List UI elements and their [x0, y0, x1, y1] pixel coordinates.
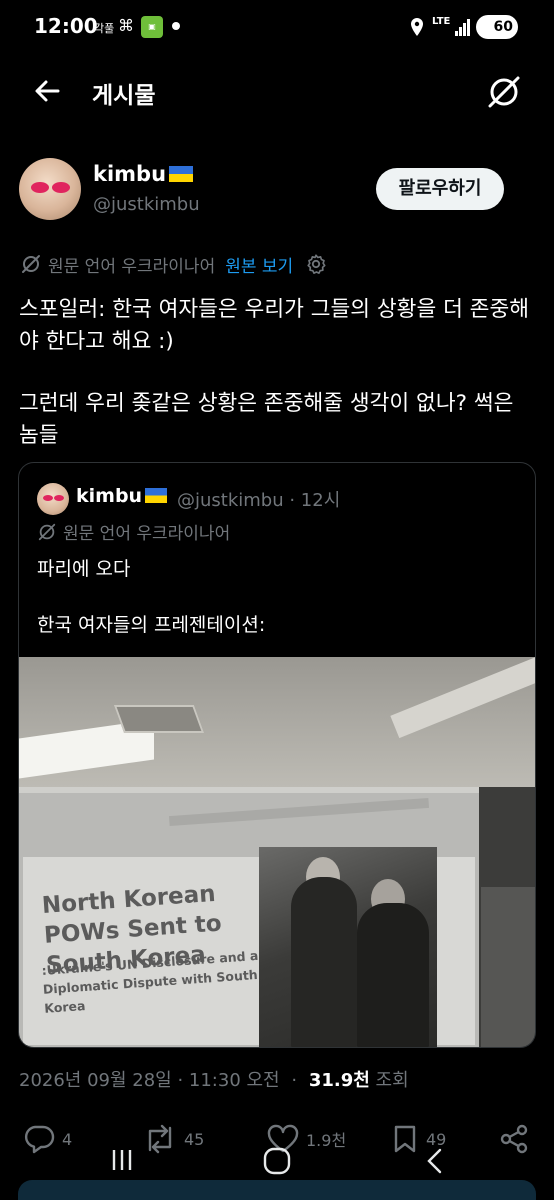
meta-separator: ·	[291, 1070, 298, 1091]
home-icon[interactable]	[262, 1146, 292, 1176]
tweet-meta: 2026년 09월 28일 · 11:30 오전 · 31.9천 조회	[19, 1066, 409, 1092]
view-original-link[interactable]: 원본 보기	[225, 252, 293, 277]
quoted-paragraph: 한국 여자들의 프레젠테이션:	[37, 614, 266, 636]
avatar-detail	[43, 495, 53, 501]
quoted-tweet[interactable]: kimbu @justkimbu · 12시 원문 언어 우크라이나어 파리에 …	[18, 462, 536, 1048]
reply-composer-bar[interactable]	[18, 1180, 536, 1200]
status-time: 12:00	[34, 14, 98, 38]
top-app-bar: 게시물	[0, 60, 554, 122]
status-bar: 12:00 각풀 ⌘ ▣ LTE 60	[0, 0, 554, 54]
tweet-paragraph: 그런데 우리 좆같은 상황은 존중해줄 생각이 없나? 썩은 놈들	[19, 391, 514, 448]
system-back-icon[interactable]	[424, 1146, 446, 1176]
battery-indicator: 60	[476, 15, 518, 39]
avatar-detail	[52, 182, 70, 193]
slide-person	[291, 877, 357, 1047]
quoted-handle-time: @justkimbu · 12시	[177, 490, 341, 511]
views-count: 31.9천	[308, 1070, 370, 1091]
back-arrow-icon[interactable]	[28, 74, 68, 108]
recent-apps-icon[interactable]	[108, 1146, 136, 1174]
quoted-avatar	[37, 483, 69, 515]
grok-translate-icon	[22, 255, 40, 273]
translation-row: 원문 언어 우크라이나어 원본 보기	[20, 250, 327, 278]
page-title: 게시물	[92, 83, 156, 109]
quoted-paragraph: 파리에 오다	[37, 558, 131, 580]
notification-dot-icon	[172, 22, 180, 30]
avatar-detail	[31, 182, 49, 193]
system-nav-bar	[0, 1140, 554, 1180]
ukraine-flag-icon	[145, 488, 168, 503]
translation-label: 원문 언어 우크라이나어	[48, 256, 216, 277]
follow-button[interactable]: 팔로우하기	[376, 168, 504, 210]
slide-person	[357, 903, 429, 1047]
author-display-name[interactable]: kimbu	[93, 162, 194, 186]
grok-translate-icon	[38, 523, 56, 540]
avatar-detail	[54, 495, 64, 501]
grok-icon[interactable]	[484, 74, 524, 110]
avatar[interactable]	[19, 158, 81, 220]
tweet-datetime: 2026년 09월 28일 · 11:30 오전	[19, 1070, 280, 1091]
gear-icon[interactable]	[305, 253, 327, 275]
ukraine-flag-icon	[169, 166, 194, 182]
photo-side-panel	[481, 887, 535, 1047]
location-icon	[411, 18, 423, 36]
quoted-display-name: kimbu	[76, 485, 168, 507]
author-handle[interactable]: @justkimbu	[93, 194, 200, 215]
app-notification-icon: ▣	[141, 16, 163, 38]
quoted-text: 파리에 오다 한국 여자들의 프레젠테이션:	[37, 555, 517, 639]
quoted-translation-label: 원문 언어 우크라이나어	[63, 524, 231, 544]
tweet-paragraph: 스포일러: 한국 여자들은 우리가 그들의 상황을 더 존중해야 한다고 해요 …	[19, 297, 530, 354]
carrier-label: 각풀	[94, 22, 115, 35]
signal-icon	[455, 19, 470, 36]
tweet-text: 스포일러: 한국 여자들은 우리가 그들의 상황을 더 존중해야 한다고 해요 …	[19, 294, 534, 452]
tweet-author: kimbu @justkimbu 팔로우하기	[0, 150, 554, 230]
photo-vent	[113, 705, 205, 733]
views-label: 조회	[375, 1070, 409, 1091]
notification-icon: ⌘	[118, 16, 134, 35]
quoted-translation-row: 원문 언어 우크라이나어	[37, 519, 230, 544]
quoted-photo[interactable]: North Korean POWs Sent to South Korea :U…	[19, 657, 535, 1047]
network-type: LTE	[432, 16, 451, 27]
